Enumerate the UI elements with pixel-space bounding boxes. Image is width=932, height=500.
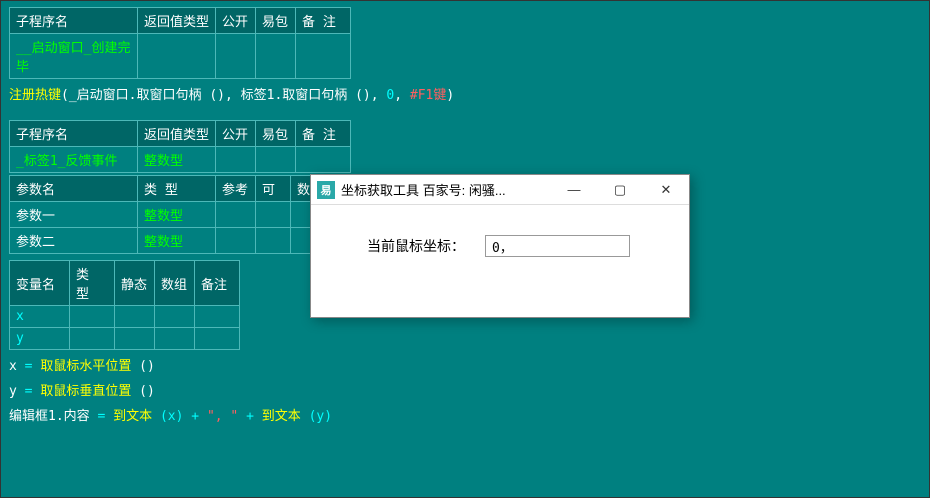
cell[interactable] bbox=[216, 34, 256, 79]
param-table: 参数名 类 型 参考 可 数 备 参数一 整数型 参数二 整数型 bbox=[9, 175, 361, 254]
cell-paramname[interactable]: 参数二 bbox=[10, 228, 138, 254]
th-public: 公开 bbox=[216, 8, 256, 34]
th-note: 备 注 bbox=[296, 8, 351, 34]
minimize-button[interactable]: — bbox=[551, 175, 597, 205]
cell-paramname[interactable]: 参数一 bbox=[10, 202, 138, 228]
fn-call: 到文本 bbox=[113, 409, 152, 424]
subroutine-table-1: 子程序名 返回值类型 公开 易包 备 注 __启动窗口_创建完毕 bbox=[9, 7, 351, 79]
cell[interactable] bbox=[256, 202, 291, 228]
cell-type[interactable]: 整数型 bbox=[138, 228, 216, 254]
th-array: 数组 bbox=[155, 261, 195, 306]
fn-call: 到文本 bbox=[262, 409, 301, 424]
coord-label: 当前鼠标坐标： bbox=[367, 236, 465, 256]
cell[interactable] bbox=[195, 328, 240, 350]
close-button[interactable]: ✕ bbox=[643, 175, 689, 205]
th-ref: 参考 bbox=[216, 176, 256, 202]
window-title: 坐标获取工具 百家号: 闲骚... bbox=[341, 180, 551, 199]
th-pkg: 易包 bbox=[256, 8, 296, 34]
fn-call: 注册热键 bbox=[9, 88, 61, 103]
cell[interactable] bbox=[70, 306, 115, 328]
th-paramname: 参数名 bbox=[10, 176, 138, 202]
th-rettype: 返回值类型 bbox=[138, 8, 216, 34]
th-subname: 子程序名 bbox=[10, 121, 138, 147]
subroutine-table-2: 子程序名 返回值类型 公开 易包 备 注 _标签1_反馈事件 整数型 bbox=[9, 120, 351, 173]
code-line[interactable]: 注册热键(_启动窗口.取窗口句柄 (), 标签1.取窗口句柄 (), 0, #F… bbox=[9, 81, 921, 106]
cell[interactable] bbox=[296, 147, 351, 173]
cell-subname[interactable]: _标签1_反馈事件 bbox=[10, 147, 138, 173]
th-static: 静态 bbox=[115, 261, 155, 306]
th-public: 公开 bbox=[216, 121, 256, 147]
string-literal: ", " bbox=[207, 409, 238, 424]
th-varnote: 备注 bbox=[195, 261, 240, 306]
th-opt: 可 bbox=[256, 176, 291, 202]
maximize-button[interactable]: ▢ bbox=[597, 175, 643, 205]
cell[interactable] bbox=[296, 34, 351, 79]
table-row: 参数二 整数型 bbox=[10, 228, 361, 254]
table-row: 参数一 整数型 bbox=[10, 202, 361, 228]
fn-call: 取鼠标垂直位置 bbox=[40, 384, 131, 399]
th-vartype: 类 型 bbox=[70, 261, 115, 306]
th-type: 类 型 bbox=[138, 176, 216, 202]
cell[interactable] bbox=[155, 306, 195, 328]
var-table: 变量名 类 型 静态 数组 备注 x y bbox=[9, 260, 240, 350]
th-varname: 变量名 bbox=[10, 261, 70, 306]
fn-call: 取鼠标水平位置 bbox=[40, 359, 131, 374]
coordinate-tool-dialog: 易 坐标获取工具 百家号: 闲骚... — ▢ ✕ 当前鼠标坐标： bbox=[310, 174, 690, 318]
cell-type[interactable]: 整数型 bbox=[138, 202, 216, 228]
cell-varname[interactable]: x bbox=[10, 306, 70, 328]
table-row: x bbox=[10, 306, 240, 328]
table-row: y bbox=[10, 328, 240, 350]
cell-type[interactable]: 整数型 bbox=[138, 147, 216, 173]
app-icon: 易 bbox=[317, 181, 335, 199]
cell[interactable] bbox=[70, 328, 115, 350]
var: y bbox=[9, 384, 17, 399]
cell[interactable] bbox=[115, 306, 155, 328]
cell[interactable] bbox=[216, 228, 256, 254]
cell[interactable] bbox=[115, 328, 155, 350]
cell[interactable] bbox=[216, 147, 256, 173]
cell-varname[interactable]: y bbox=[10, 328, 70, 350]
coord-input[interactable] bbox=[485, 235, 630, 257]
dialog-body: 当前鼠标坐标： bbox=[311, 205, 689, 317]
th-rettype: 返回值类型 bbox=[138, 121, 216, 147]
cell[interactable] bbox=[256, 147, 296, 173]
cell[interactable] bbox=[256, 228, 291, 254]
code-line[interactable]: 编辑框1.内容 = 到文本 (x) + ", " + 到文本 (y) bbox=[9, 402, 921, 427]
cell[interactable] bbox=[138, 34, 216, 79]
var: x bbox=[9, 359, 17, 374]
cell[interactable] bbox=[195, 306, 240, 328]
th-subname: 子程序名 bbox=[10, 8, 138, 34]
lhs: 编辑框1.内容 bbox=[9, 409, 90, 424]
args: (_启动窗口.取窗口句柄 (), 标签1.取窗口句柄 (), bbox=[61, 88, 386, 103]
cell-subname[interactable]: __启动窗口_创建完毕 bbox=[10, 34, 138, 79]
code-line[interactable]: x = 取鼠标水平位置 () bbox=[9, 352, 921, 377]
const: #F1键 bbox=[410, 88, 446, 103]
th-note: 备 注 bbox=[296, 121, 351, 147]
titlebar[interactable]: 易 坐标获取工具 百家号: 闲骚... — ▢ ✕ bbox=[311, 175, 689, 205]
cell[interactable] bbox=[155, 328, 195, 350]
th-pkg: 易包 bbox=[256, 121, 296, 147]
cell[interactable] bbox=[216, 202, 256, 228]
cell[interactable] bbox=[256, 34, 296, 79]
code-line[interactable]: y = 取鼠标垂直位置 () bbox=[9, 377, 921, 402]
